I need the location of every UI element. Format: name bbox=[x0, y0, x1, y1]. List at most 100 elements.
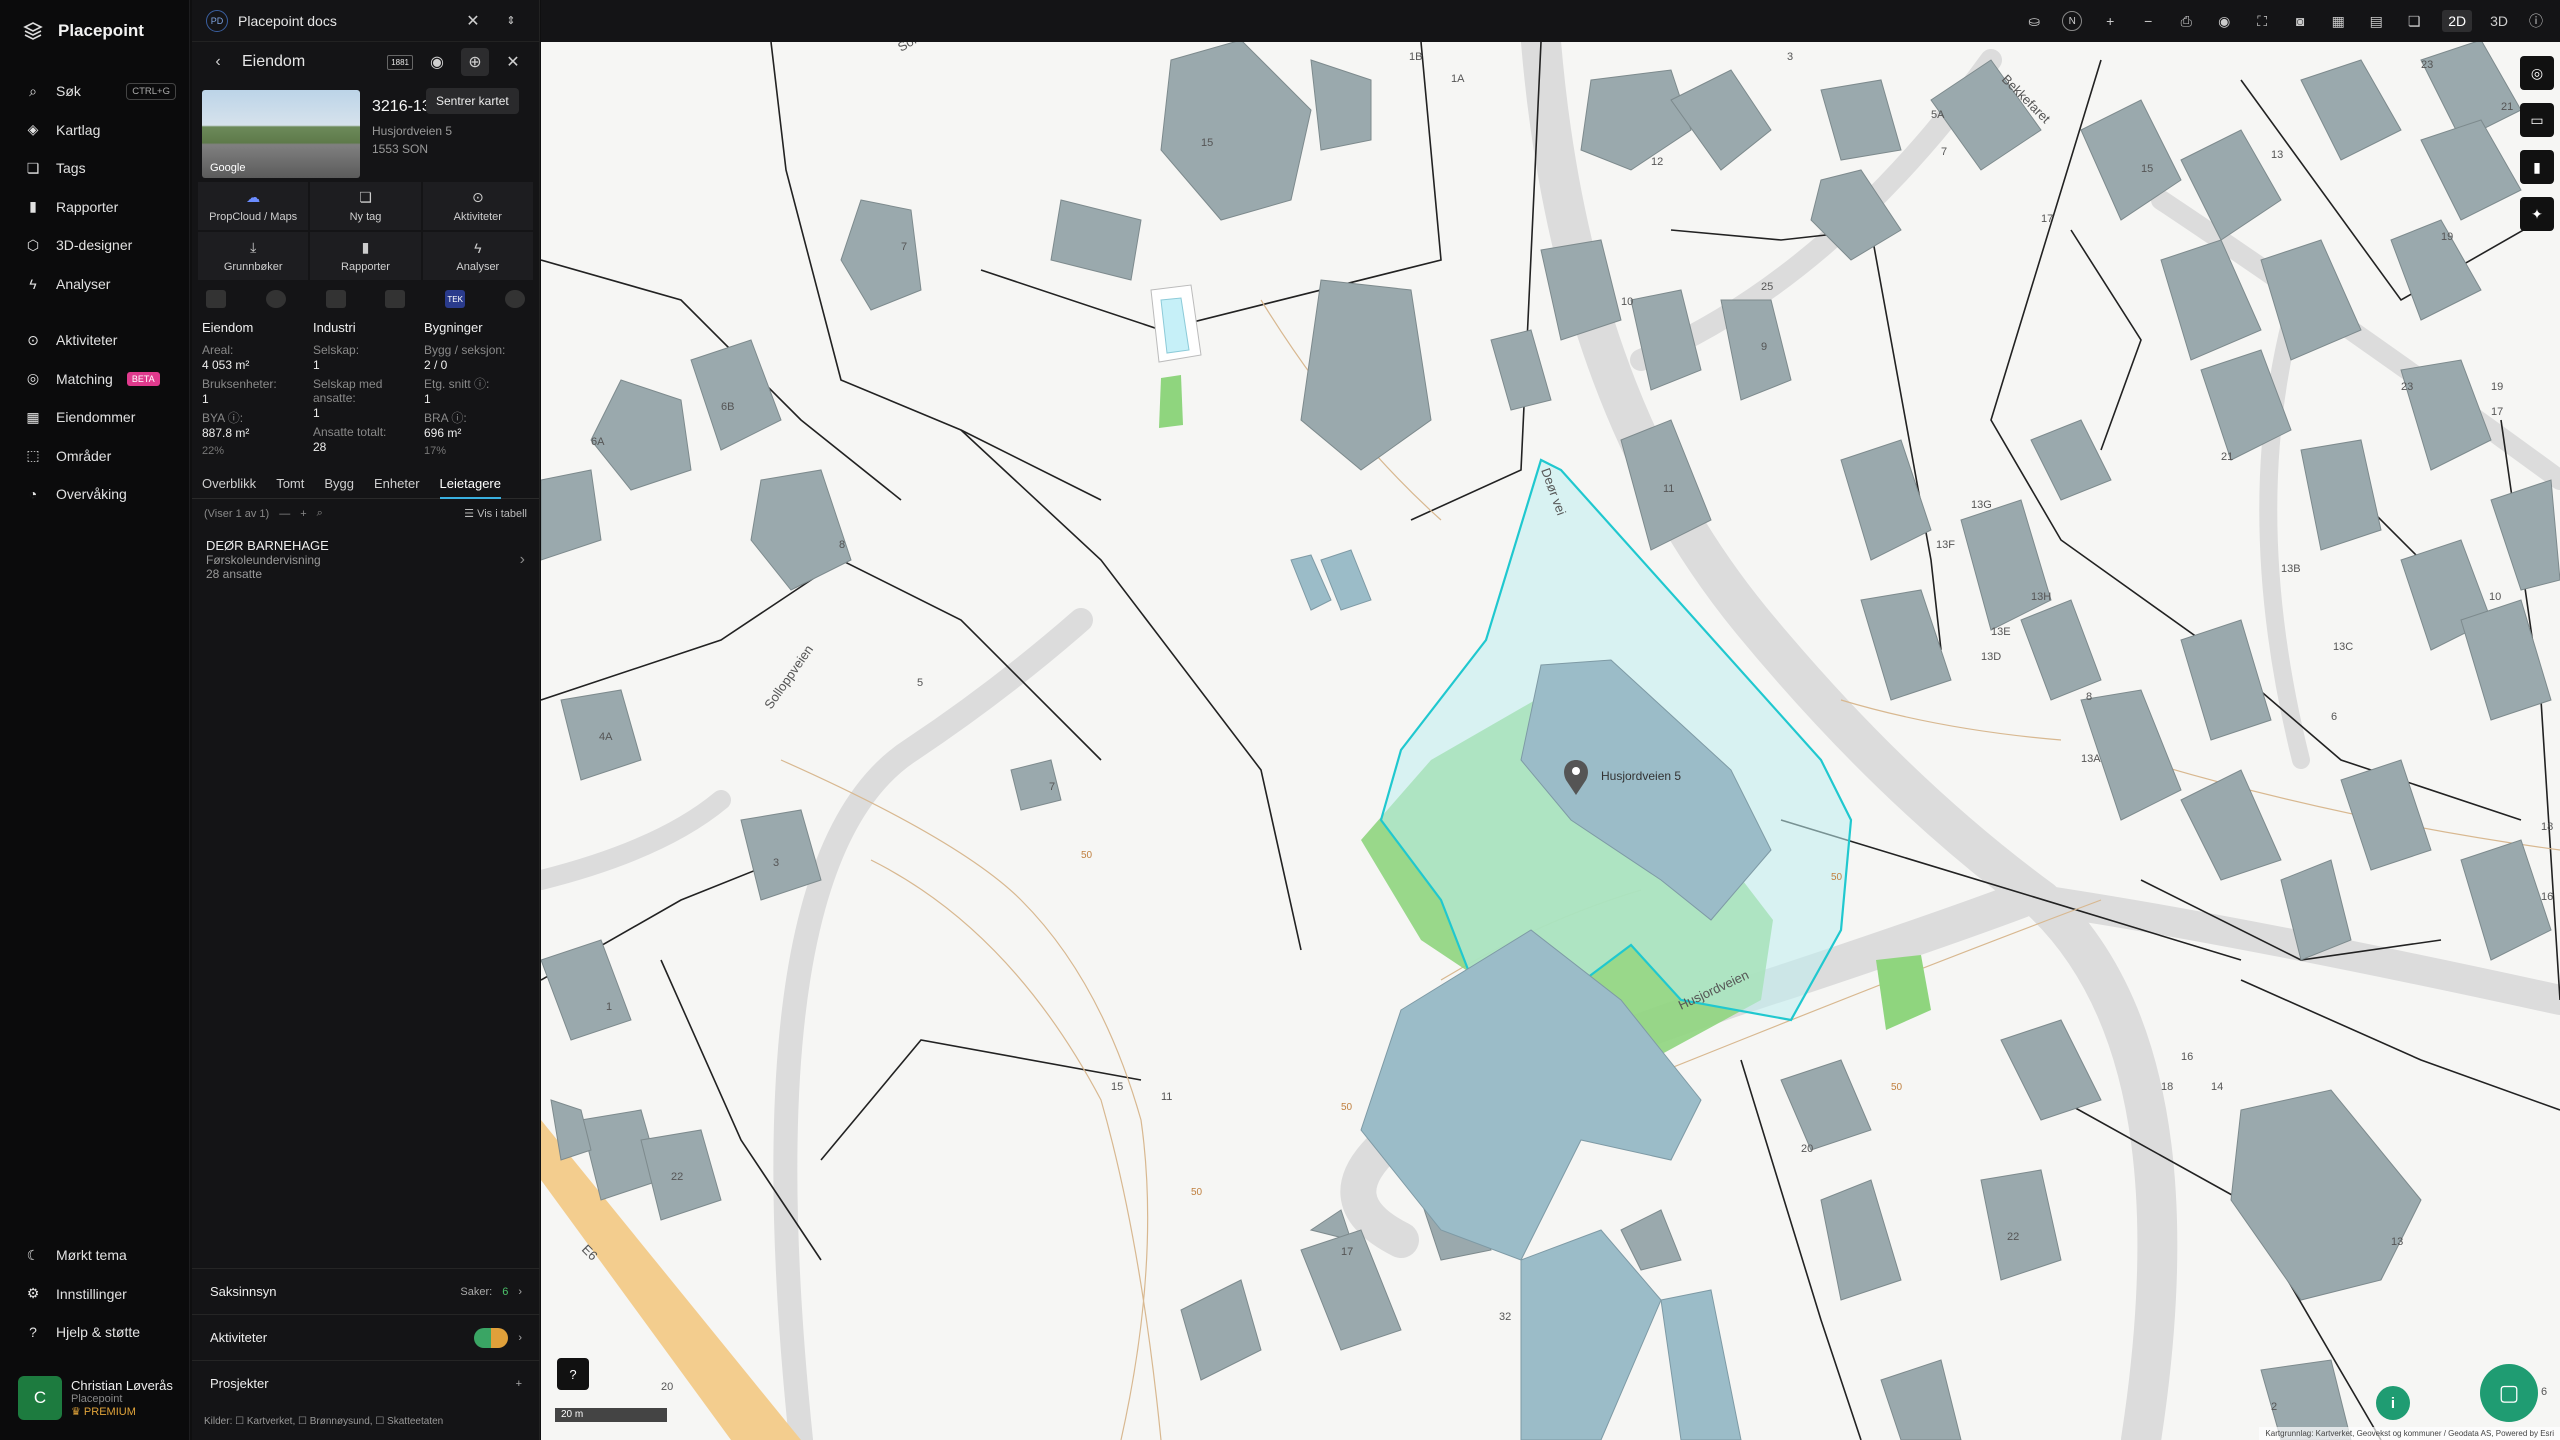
action-label: Rapporter bbox=[341, 261, 390, 273]
nav-item-label: Overvåking bbox=[56, 486, 127, 503]
measure-tool-icon[interactable]: ▭ bbox=[2520, 103, 2554, 137]
brand[interactable]: Placepoint bbox=[22, 20, 144, 42]
fullscreen-icon[interactable]: ⛶ bbox=[2252, 11, 2272, 31]
tenant-name: DEØR BARNEHAGE bbox=[206, 538, 329, 553]
nav-item-analyser[interactable]: ϟ Analyser bbox=[0, 265, 190, 304]
action-label: Aktiviteter bbox=[453, 211, 502, 223]
print-icon[interactable]: ⎙ bbox=[2176, 11, 2196, 31]
nav-item-aktiviteter[interactable]: ⊙ Aktiviteter bbox=[0, 321, 190, 360]
action-ny-tag-button[interactable]: ❏ Ny tag bbox=[310, 182, 421, 230]
plot-tool-icon[interactable]: ✦ bbox=[2520, 197, 2554, 231]
building-number-label: 22 bbox=[2007, 1231, 2019, 1243]
nav-item-hjelp-støtte[interactable]: ? Hjelp & støtte bbox=[0, 1313, 190, 1352]
tab-bygg[interactable]: Bygg bbox=[324, 476, 354, 491]
nav-item-kartlag[interactable]: ◈ Kartlag bbox=[0, 111, 190, 150]
add-icon[interactable]: + bbox=[516, 1378, 522, 1390]
nav-item-innstillinger[interactable]: ⚙ Innstillinger bbox=[0, 1275, 190, 1314]
tab-leietagere[interactable]: Leietagere bbox=[439, 476, 501, 499]
help-icon[interactable]: ? bbox=[557, 1358, 589, 1390]
chevron-updown-icon[interactable]: ⇕ bbox=[497, 7, 525, 35]
section-prosjekter[interactable]: Prosjekter + bbox=[192, 1360, 540, 1406]
zoom-in-icon[interactable]: + bbox=[2100, 11, 2120, 31]
map-toolbar: ⛀ N + − ⎙ ◉ ⛶ ◙ ▦ ▤ ❏ 2D 3D ⓘ bbox=[541, 0, 2560, 42]
building-number-label: 13 bbox=[2391, 1236, 2403, 1248]
view-3d-button[interactable]: 3D bbox=[2490, 13, 2508, 29]
close-icon[interactable]: ✕ bbox=[459, 7, 487, 35]
section-aktiviteter[interactable]: Aktiviteter › bbox=[192, 1314, 540, 1360]
add-icon[interactable]: + bbox=[300, 508, 306, 520]
info-fab-icon[interactable]: i bbox=[2376, 1386, 2410, 1420]
map-canvas[interactable]: Husjordveien 5 SolbakveienDeør veiHusjor… bbox=[541, 0, 2560, 1440]
zoom-out-icon[interactable]: − bbox=[2138, 11, 2158, 31]
badge-1881-button[interactable]: 1881 bbox=[387, 54, 413, 70]
cube-icon: ⬡ bbox=[26, 236, 40, 253]
camera-icon[interactable]: ◙ bbox=[2290, 11, 2310, 31]
nav-item-rapporter[interactable]: ▮ Rapporter bbox=[0, 188, 190, 227]
layers-icon[interactable]: ⛀ bbox=[2024, 11, 2044, 31]
nav-item-eiendommer[interactable]: ▦ Eiendommer bbox=[0, 398, 190, 437]
panel-title: Eiendom bbox=[242, 53, 306, 70]
chart-tool-icon[interactable]: ▮ bbox=[2520, 150, 2554, 184]
nav-item-tags[interactable]: ❏ Tags bbox=[0, 149, 190, 188]
action-analyser-button[interactable]: ϟ Analyser bbox=[422, 232, 533, 280]
source-2-icon[interactable] bbox=[265, 290, 286, 308]
tenant-item[interactable]: DEØR BARNEHAGE Førskoleundervisning 28 a… bbox=[192, 528, 539, 591]
info-icon[interactable]: ⓘ bbox=[2526, 11, 2546, 31]
map-view[interactable]: Husjordveien 5 SolbakveienDeør veiHusjor… bbox=[541, 0, 2560, 1440]
source-more-icon[interactable] bbox=[504, 290, 525, 308]
building-number-label: 17 bbox=[1341, 1246, 1353, 1258]
action-rapporter-button[interactable]: ▮ Rapporter bbox=[310, 232, 421, 280]
etg-value: 1 bbox=[424, 392, 431, 406]
street-view-thumbnail[interactable]: Google bbox=[202, 90, 360, 178]
nav-item-søk[interactable]: ⌕ Søk CTRL+G bbox=[0, 72, 190, 111]
building-number-label: 7 bbox=[1049, 781, 1055, 793]
view-table-button[interactable]: ☰ Vis i tabell bbox=[464, 507, 527, 520]
area-icon: ⬚ bbox=[26, 447, 40, 464]
back-icon[interactable]: ‹ bbox=[204, 48, 232, 76]
nav-item-områder[interactable]: ⬚ Områder bbox=[0, 437, 190, 476]
building-number-label: 8 bbox=[2086, 691, 2092, 703]
source-4-icon[interactable] bbox=[385, 290, 406, 308]
eye-icon[interactable]: ◉ bbox=[423, 48, 451, 76]
app: Placepoint ⌕ Søk CTRL+G ◈ Kartlag ❏ Tags ▮ Rappo… bbox=[0, 0, 2560, 1440]
nav-item-matching[interactable]: ◎ Matching BETA bbox=[0, 360, 190, 399]
close-panel-icon[interactable]: ✕ bbox=[499, 48, 527, 76]
list-count: (Viser 1 av 1) bbox=[204, 507, 270, 520]
stats-eiendom: Eiendom Areal: 4 053 m² Bruksenheter: 1 … bbox=[202, 320, 307, 459]
section-saksinnsyn[interactable]: Saksinnsyn Saker: 6 › bbox=[192, 1268, 540, 1314]
view-2d-button[interactable]: 2D bbox=[2442, 10, 2473, 32]
select-tool-icon[interactable]: ◎ bbox=[2520, 56, 2554, 90]
chat-icon[interactable]: ▢ bbox=[2480, 1364, 2538, 1422]
compass-icon[interactable]: N bbox=[2062, 11, 2083, 31]
table-icon[interactable]: ▤ bbox=[2366, 11, 2386, 31]
building-number-label: 6B bbox=[721, 401, 734, 413]
action-aktiviteter-button[interactable]: ⊙ Aktiviteter bbox=[422, 182, 533, 230]
nav-item-mørkt-tema[interactable]: ☾ Mørkt tema bbox=[0, 1236, 190, 1275]
action-propcloud-maps-button[interactable]: ☁ PropCloud / Maps bbox=[198, 182, 309, 230]
tab-overblikk[interactable]: Overblikk bbox=[202, 476, 256, 491]
activity-icon: ⊙ bbox=[27, 331, 39, 348]
chart-icon: ▮ bbox=[29, 198, 37, 215]
nav-item-label: 3D-designer bbox=[56, 237, 133, 254]
nav-item-overvåking[interactable]: ◔ Overvåking bbox=[0, 475, 190, 514]
nav-item-3d-designer[interactable]: ⬡ 3D-designer bbox=[0, 226, 190, 265]
source-tek-icon[interactable]: TEK bbox=[445, 290, 466, 308]
bra-value: 696 m² bbox=[424, 426, 462, 440]
search-icon[interactable]: ⌕ bbox=[317, 507, 323, 520]
user-profile[interactable]: C Christian Løverås Placepoint ♛ PREMIUM bbox=[18, 1374, 183, 1422]
collapse-icon[interactable]: — bbox=[279, 508, 290, 520]
tab-enheter[interactable]: Enheter bbox=[374, 476, 420, 491]
tab-tomt[interactable]: Tomt bbox=[276, 476, 304, 491]
center-map-icon[interactable]: ⊕ bbox=[461, 48, 489, 76]
workspace-name[interactable]: Placepoint docs bbox=[238, 13, 337, 29]
source-3-icon[interactable] bbox=[325, 290, 346, 308]
bookmark-icon[interactable]: ❏ bbox=[2404, 11, 2424, 31]
building-number-label: 15 bbox=[1201, 137, 1213, 149]
eye-icon[interactable]: ◉ bbox=[2214, 11, 2234, 31]
action-grunnbøker-button[interactable]: ⤓ Grunnbøker bbox=[198, 232, 309, 280]
areal-value: 4 053 m² bbox=[202, 358, 250, 372]
source-1-icon[interactable] bbox=[206, 290, 226, 308]
grid-icon[interactable]: ▦ bbox=[2328, 11, 2348, 31]
help-icon: ? bbox=[29, 1324, 37, 1341]
building-number-label: 1 bbox=[606, 1001, 612, 1013]
